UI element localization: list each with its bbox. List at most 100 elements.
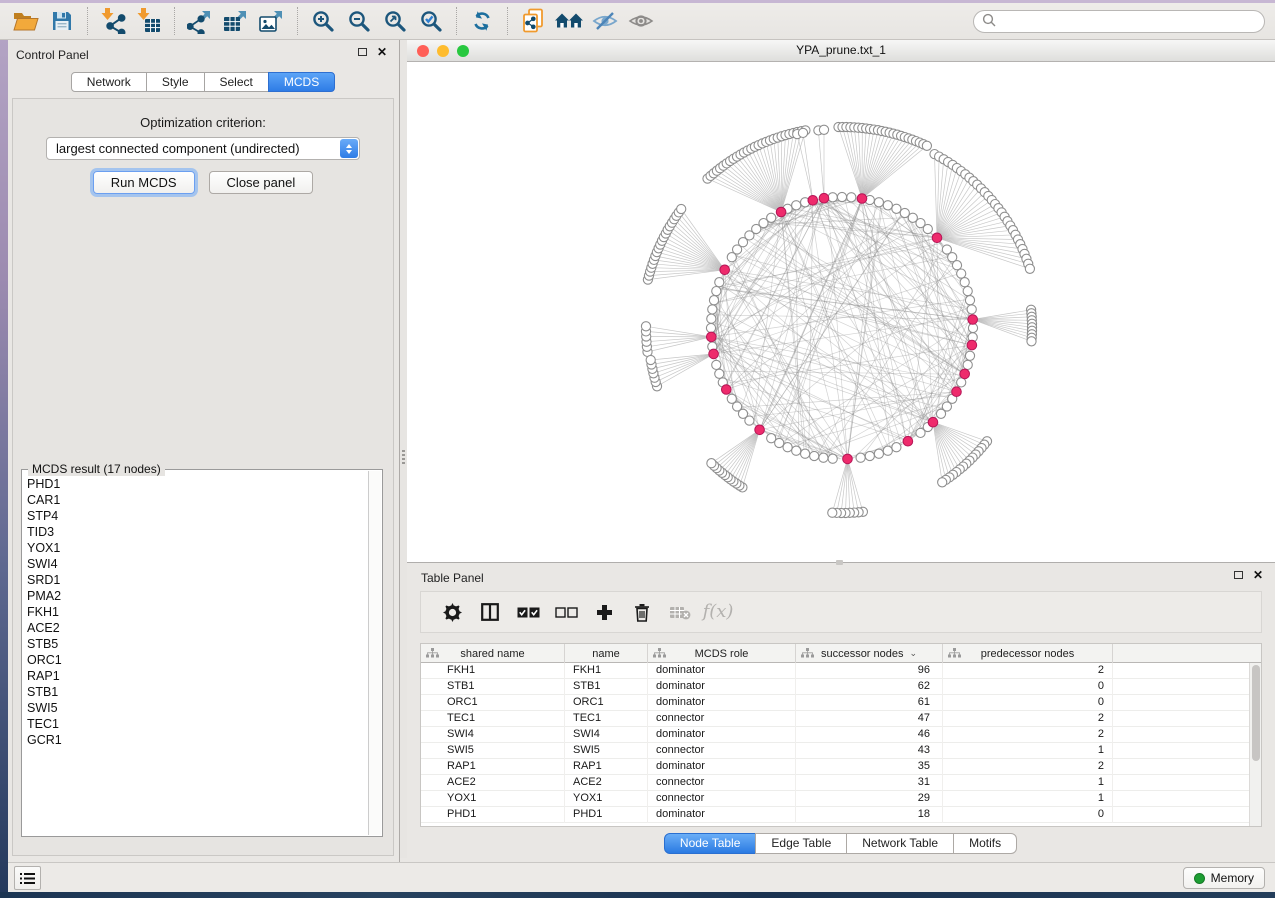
table-row[interactable]: SWI5SWI5connector431 bbox=[421, 743, 1249, 759]
table-cell[interactable]: YOX1 bbox=[421, 791, 565, 807]
table-cell[interactable]: SWI5 bbox=[421, 743, 565, 759]
network-window-titlebar[interactable]: YPA_prune.txt_1 bbox=[407, 40, 1275, 62]
result-item[interactable]: FKH1 bbox=[27, 604, 368, 620]
window-zoom-icon[interactable] bbox=[457, 45, 469, 57]
copy-network-icon[interactable] bbox=[515, 5, 551, 37]
result-item[interactable]: CAR1 bbox=[27, 492, 368, 508]
result-item[interactable]: STB5 bbox=[27, 636, 368, 652]
network-canvas[interactable] bbox=[407, 62, 1275, 562]
table-cell[interactable]: FKH1 bbox=[421, 663, 565, 679]
table-cell[interactable]: 61 bbox=[796, 695, 943, 711]
dominator-node[interactable] bbox=[967, 340, 977, 350]
result-item[interactable]: ORC1 bbox=[27, 652, 368, 668]
table-cell[interactable]: 2 bbox=[943, 727, 1113, 743]
table-cell[interactable]: RAP1 bbox=[421, 759, 565, 775]
dominator-node[interactable] bbox=[722, 385, 732, 395]
tab-node-table[interactable]: Node Table bbox=[664, 833, 757, 854]
table-cell[interactable]: YOX1 bbox=[565, 791, 648, 807]
tab-select[interactable]: Select bbox=[204, 72, 269, 92]
open-file-icon[interactable] bbox=[8, 5, 44, 37]
table-cell[interactable]: 31 bbox=[796, 775, 943, 791]
table-cell[interactable]: connector bbox=[648, 743, 796, 759]
import-network-icon[interactable] bbox=[95, 5, 131, 37]
column-header-name[interactable]: name bbox=[565, 644, 648, 663]
dropdown-stepper-icon[interactable] bbox=[340, 139, 358, 158]
zoom-fit-icon[interactable] bbox=[377, 5, 413, 37]
table-cell[interactable]: ACE2 bbox=[565, 775, 648, 791]
dominator-node[interactable] bbox=[776, 207, 786, 217]
result-item[interactable]: YOX1 bbox=[27, 540, 368, 556]
hide-selected-icon[interactable] bbox=[587, 5, 623, 37]
table-cell[interactable]: PHD1 bbox=[565, 807, 648, 823]
network-graph[interactable] bbox=[407, 62, 1273, 560]
table-cell[interactable]: 1 bbox=[943, 775, 1113, 791]
window-minimize-icon[interactable] bbox=[437, 45, 449, 57]
criterion-dropdown[interactable]: largest connected component (undirected) bbox=[46, 137, 360, 160]
result-scrollbar[interactable] bbox=[368, 471, 381, 835]
tab-network-table[interactable]: Network Table bbox=[846, 833, 954, 854]
dominator-node[interactable] bbox=[857, 194, 867, 204]
zoom-out-icon[interactable] bbox=[341, 5, 377, 37]
table-cell[interactable]: SWI4 bbox=[421, 727, 565, 743]
tab-style[interactable]: Style bbox=[146, 72, 205, 92]
table-cell[interactable]: 96 bbox=[796, 663, 943, 679]
table-cell[interactable]: 43 bbox=[796, 743, 943, 759]
table-cell[interactable]: ACE2 bbox=[421, 775, 565, 791]
table-row[interactable]: ORC1ORC1dominator610 bbox=[421, 695, 1249, 711]
table-cell[interactable]: dominator bbox=[648, 663, 796, 679]
table-cell[interactable]: 46 bbox=[796, 727, 943, 743]
table-cell[interactable]: SWI5 bbox=[565, 743, 648, 759]
table-cell[interactable]: ORC1 bbox=[565, 695, 648, 711]
close-panel-icon[interactable]: ✕ bbox=[377, 47, 387, 57]
tab-network[interactable]: Network bbox=[71, 72, 147, 92]
close-table-panel-icon[interactable]: ✕ bbox=[1253, 570, 1263, 580]
table-cell[interactable]: 0 bbox=[943, 679, 1113, 695]
table-cell[interactable]: 1 bbox=[943, 743, 1113, 759]
refresh-icon[interactable] bbox=[464, 5, 500, 37]
table-cell[interactable]: ORC1 bbox=[421, 695, 565, 711]
table-cell[interactable]: connector bbox=[648, 775, 796, 791]
tab-edge-table[interactable]: Edge Table bbox=[755, 833, 847, 854]
table-scrollbar-thumb[interactable] bbox=[1252, 665, 1260, 761]
delete-column-icon[interactable] bbox=[623, 595, 661, 629]
table-cell[interactable]: 35 bbox=[796, 759, 943, 775]
dominator-node[interactable] bbox=[709, 349, 719, 359]
table-cell[interactable]: RAP1 bbox=[565, 759, 648, 775]
float-panel-icon[interactable] bbox=[358, 48, 367, 56]
close-panel-button[interactable]: Close panel bbox=[209, 171, 314, 194]
result-item[interactable]: STB1 bbox=[27, 684, 368, 700]
table-scrollbar[interactable] bbox=[1249, 663, 1261, 826]
dominator-node[interactable] bbox=[960, 369, 970, 379]
table-cell[interactable]: dominator bbox=[648, 695, 796, 711]
dominator-node[interactable] bbox=[928, 417, 938, 427]
dominator-node[interactable] bbox=[843, 454, 853, 464]
table-cell[interactable]: dominator bbox=[648, 807, 796, 823]
select-checked-icon[interactable] bbox=[509, 595, 547, 629]
select-unchecked-icon[interactable] bbox=[547, 595, 585, 629]
result-item[interactable]: STP4 bbox=[27, 508, 368, 524]
result-item[interactable]: GCR1 bbox=[27, 732, 368, 748]
table-cell[interactable]: TEC1 bbox=[421, 711, 565, 727]
dominator-node[interactable] bbox=[952, 387, 962, 397]
table-row[interactable]: FKH1FKH1dominator962 bbox=[421, 663, 1249, 679]
result-item[interactable]: SWI4 bbox=[27, 556, 368, 572]
dominator-node[interactable] bbox=[819, 193, 829, 203]
result-item[interactable]: PMA2 bbox=[27, 588, 368, 604]
table-cell[interactable]: 2 bbox=[943, 711, 1113, 727]
table-row[interactable]: TEC1TEC1connector472 bbox=[421, 711, 1249, 727]
result-item[interactable]: ACE2 bbox=[27, 620, 368, 636]
table-cell[interactable]: 1 bbox=[943, 791, 1113, 807]
result-item[interactable]: TEC1 bbox=[27, 716, 368, 732]
table-cell[interactable]: STB1 bbox=[565, 679, 648, 695]
zoom-in-icon[interactable] bbox=[305, 5, 341, 37]
split-view-icon[interactable] bbox=[471, 595, 509, 629]
table-row[interactable]: STB1STB1dominator620 bbox=[421, 679, 1249, 695]
table-cell[interactable]: dominator bbox=[648, 727, 796, 743]
table-cell[interactable]: 0 bbox=[943, 695, 1113, 711]
result-item[interactable]: TID3 bbox=[27, 524, 368, 540]
table-cell[interactable]: PHD1 bbox=[421, 807, 565, 823]
table-cell[interactable]: 62 bbox=[796, 679, 943, 695]
result-item[interactable]: RAP1 bbox=[27, 668, 368, 684]
memory-button[interactable]: Memory bbox=[1183, 867, 1265, 889]
run-mcds-button[interactable]: Run MCDS bbox=[93, 171, 195, 194]
